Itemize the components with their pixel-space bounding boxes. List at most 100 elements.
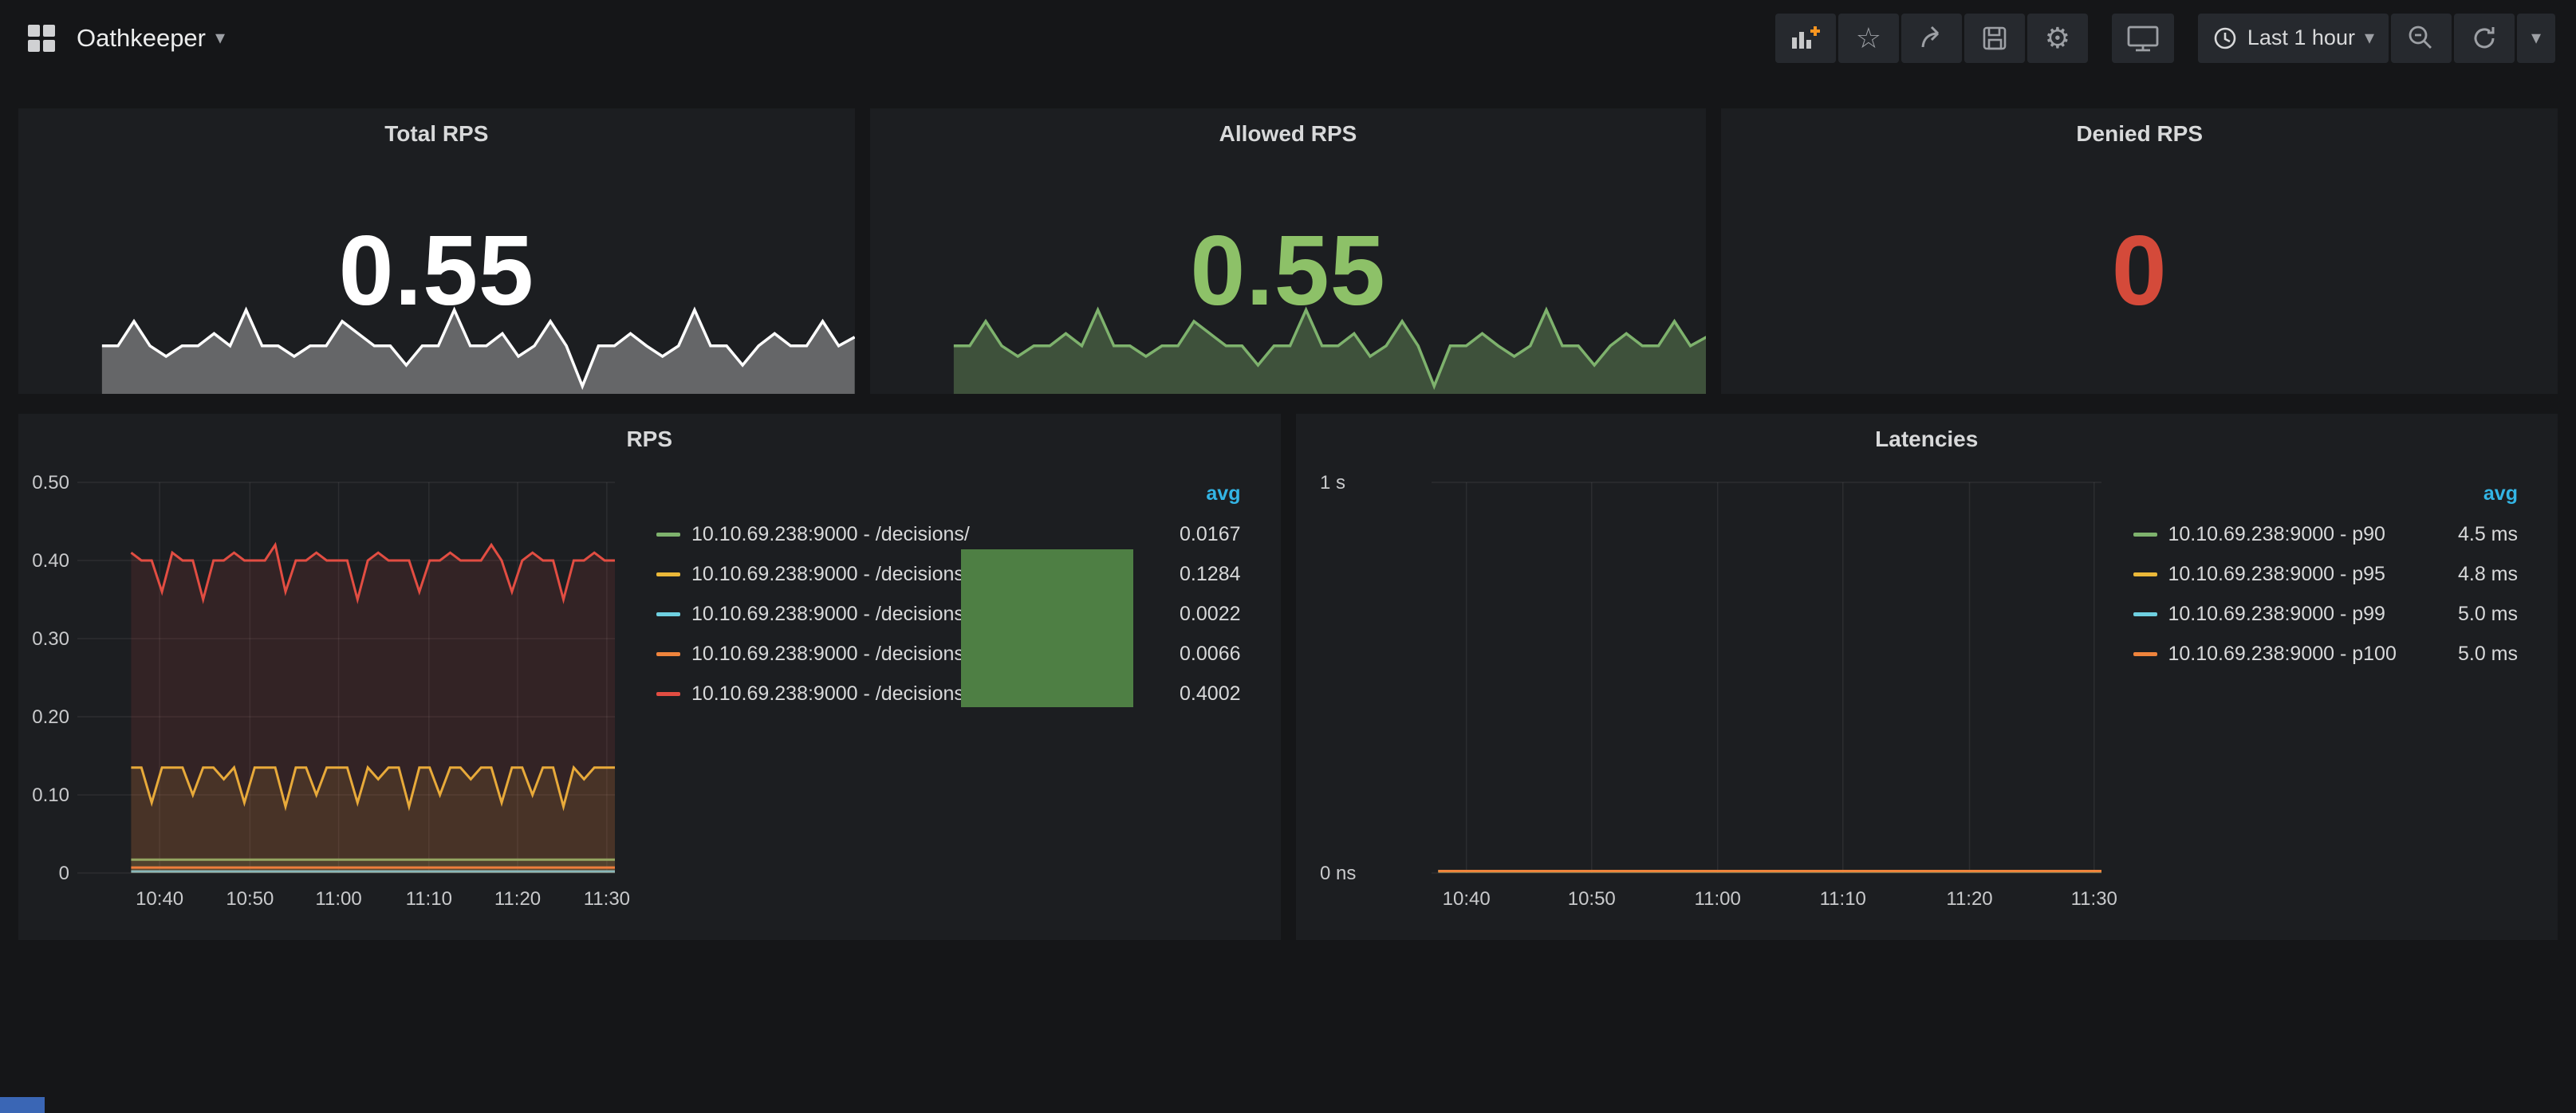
series-label: 10.10.69.238:9000 - p95	[2168, 563, 2415, 586]
svg-text:11:00: 11:00	[315, 888, 361, 910]
svg-text:10:50: 10:50	[226, 888, 274, 910]
series-avg-value: 5.0 ms	[2414, 643, 2518, 666]
add-panel-button[interactable]	[1775, 14, 1836, 63]
time-range-picker[interactable]: Last 1 hour ▾	[2198, 14, 2389, 63]
latencies-chart[interactable]: 0 ns1 s10:4010:5011:0011:1011:2011:30	[1296, 458, 2117, 941]
legend-avg-header: avg	[656, 482, 1241, 514]
legend-row[interactable]: 10.10.69.238:9000 - /decisions/0.1284	[656, 554, 1241, 594]
svg-text:0: 0	[59, 863, 69, 884]
dashboard-actions-group: ☆ ⚙	[1775, 14, 2088, 63]
svg-text:11:30: 11:30	[584, 888, 630, 910]
svg-text:11:20: 11:20	[494, 888, 541, 910]
panel-title[interactable]: Latencies	[1296, 414, 2558, 452]
gear-icon: ⚙	[2045, 24, 2070, 53]
navbar: Oathkeeper ▾ ☆	[0, 0, 2576, 76]
panel-rps-graph: RPS 0 0.10 0.20 0.30 0.40 0.50 10:40 10:50 11:00…	[18, 414, 1281, 940]
legend-row[interactable]: 10.10.69.238:9000 - /decisions/0.0167	[656, 514, 1241, 554]
svg-text:11:10: 11:10	[1819, 888, 1865, 910]
star-button[interactable]: ☆	[1838, 14, 1899, 63]
graph-panel-row: RPS 0 0.10 0.20 0.30 0.40 0.50 10:40 10:50 11:00…	[18, 414, 2558, 940]
refresh-icon	[2471, 25, 2498, 52]
zoom-out-button[interactable]	[2391, 14, 2452, 63]
refresh-button[interactable]	[2454, 14, 2515, 63]
grafana-dashboard: { "colors": { "accent_blue": "#33b5e5", …	[0, 0, 2576, 1113]
tv-mode-button[interactable]	[2112, 14, 2174, 63]
bottom-left-blue-artifact	[0, 1097, 45, 1113]
chevron-down-icon: ▾	[2531, 29, 2541, 48]
stat-panel-row: Total RPS 0.55 Allowed RPS 0.55 Denied R…	[18, 108, 2558, 394]
latencies-legend: avg10.10.69.238:9000 - p904.5 ms10.10.69…	[2117, 458, 2558, 674]
legend-row[interactable]: 10.10.69.238:9000 - p995.0 ms	[2133, 594, 2519, 634]
svg-text:10:40: 10:40	[1442, 888, 1490, 910]
series-avg-value: 4.5 ms	[2414, 523, 2518, 546]
star-icon: ☆	[1856, 24, 1881, 53]
series-color-dash	[656, 652, 680, 656]
svg-text:11:20: 11:20	[1946, 888, 1992, 910]
panel-total-rps: Total RPS 0.55	[18, 108, 855, 394]
legend-row[interactable]: 10.10.69.238:9000 - /decisions/0.4002	[656, 674, 1241, 714]
legend-row[interactable]: 10.10.69.238:9000 - /decisions/0.0066	[656, 634, 1241, 674]
share-icon	[1917, 24, 1946, 53]
panel-title[interactable]: Total RPS	[18, 108, 855, 147]
legend-row[interactable]: 10.10.69.238:9000 - p954.8 ms	[2133, 554, 2519, 594]
series-color-dash	[2133, 533, 2157, 537]
monitor-icon	[2126, 23, 2160, 53]
svg-text:11:10: 11:10	[406, 888, 452, 910]
time-controls-group: Last 1 hour ▾	[2198, 14, 2555, 63]
panel-title[interactable]: Allowed RPS	[870, 108, 1707, 147]
sparkline	[18, 298, 855, 394]
series-avg-value: 0.0167	[1137, 523, 1241, 546]
series-label: 10.10.69.238:9000 - p90	[2168, 523, 2415, 546]
add-panel-icon	[1790, 25, 1822, 52]
series-avg-value: 4.8 ms	[2414, 563, 2518, 586]
series-avg-value: 0.4002	[1137, 682, 1241, 706]
legend-row[interactable]: 10.10.69.238:9000 - p904.5 ms	[2133, 514, 2519, 554]
series-color-dash	[656, 692, 680, 696]
series-color-dash	[2133, 652, 2157, 656]
legend-avg-header: avg	[2133, 482, 2519, 514]
series-color-dash	[2133, 572, 2157, 576]
series-color-dash	[656, 612, 680, 616]
rps-chart[interactable]: 0 0.10 0.20 0.30 0.40 0.50 10:40 10:50 11:00 11:1…	[18, 458, 640, 941]
svg-text:0.40: 0.40	[32, 550, 69, 572]
panel-title[interactable]: RPS	[18, 414, 1281, 452]
dashboard-picker-button[interactable]	[21, 18, 62, 59]
share-button[interactable]	[1901, 14, 1962, 63]
stat-value: 0	[1721, 214, 2558, 328]
series-avg-value: 5.0 ms	[2414, 603, 2518, 626]
svg-text:0.20: 0.20	[32, 706, 69, 728]
panel-latencies-graph: Latencies 0 ns1 s10:4010:5011:0011:1011:…	[1296, 414, 2558, 940]
legend-row[interactable]: 10.10.69.238:9000 - p1005.0 ms	[2133, 634, 2519, 674]
series-color-dash	[656, 572, 680, 576]
series-label: 10.10.69.238:9000 - /decisions/	[691, 523, 1137, 546]
save-icon	[1981, 25, 2008, 52]
svg-text:11:30: 11:30	[2070, 888, 2117, 910]
refresh-interval-dropdown[interactable]: ▾	[2517, 14, 2555, 63]
svg-text:0 ns: 0 ns	[1320, 863, 1356, 884]
series-label: 10.10.69.238:9000 - p99	[2168, 603, 2415, 626]
svg-text:10:40: 10:40	[136, 888, 183, 910]
svg-text:11:00: 11:00	[1694, 888, 1740, 910]
sparkline	[870, 298, 1707, 394]
chevron-down-icon: ▾	[2365, 29, 2374, 48]
save-button[interactable]	[1964, 14, 2025, 63]
panel-title[interactable]: Denied RPS	[1721, 108, 2558, 147]
series-avg-value: 0.0066	[1137, 643, 1241, 666]
time-range-label: Last 1 hour	[2247, 26, 2355, 50]
svg-text:0.30: 0.30	[32, 628, 69, 650]
legend-row[interactable]: 10.10.69.238:9000 - /decisions/0.0022	[656, 594, 1241, 634]
series-label: 10.10.69.238:9000 - p100	[2168, 643, 2415, 666]
panel-allowed-rps: Allowed RPS 0.55	[870, 108, 1707, 394]
chevron-down-icon: ▾	[215, 29, 225, 48]
grid-icon	[26, 22, 57, 54]
svg-text:0.10: 0.10	[32, 785, 69, 806]
svg-text:0.50: 0.50	[32, 472, 69, 494]
svg-text:1 s: 1 s	[1320, 472, 1345, 494]
clock-icon	[2212, 26, 2238, 51]
series-avg-value: 0.1284	[1137, 563, 1241, 586]
dashboard-settings-button[interactable]: ⚙	[2027, 14, 2088, 63]
green-overlay-box	[961, 549, 1133, 707]
series-color-dash	[656, 533, 680, 537]
dashboard-title[interactable]: Oathkeeper ▾	[77, 24, 225, 53]
magnifier-icon	[2407, 24, 2436, 53]
